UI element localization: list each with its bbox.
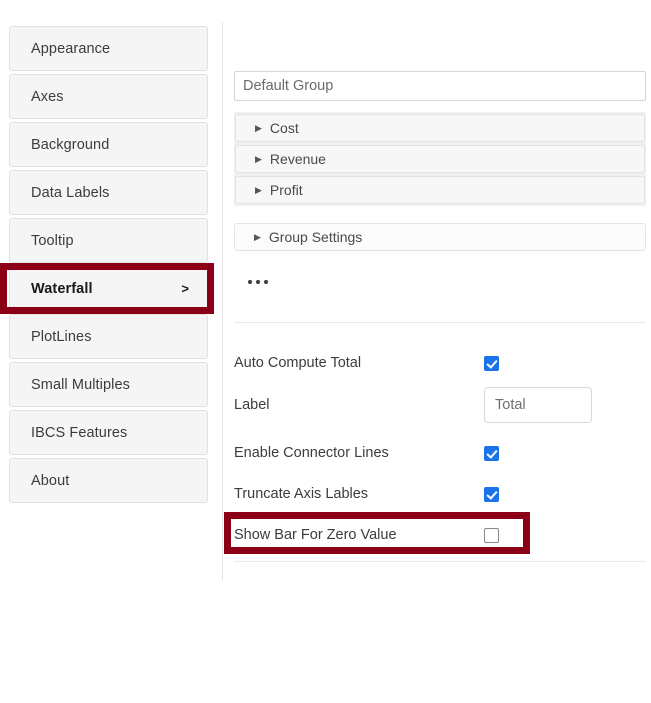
show-bar-for-zero-value-checkbox[interactable] — [484, 527, 499, 543]
dot — [248, 280, 252, 284]
auto-compute-total-checkbox[interactable] — [484, 355, 499, 371]
triangle-right-icon: ▶ — [255, 184, 262, 195]
accordion-row-revenue[interactable]: ▶ Revenue — [235, 145, 645, 173]
triangle-right-icon: ▶ — [255, 122, 262, 133]
option-row-enable-connector-lines: Enable Connector Lines — [234, 442, 646, 464]
chevron-right-icon: > — [181, 281, 189, 296]
truncate-axis-lables-checkbox[interactable] — [484, 486, 499, 502]
accordion-row-profit[interactable]: ▶ Profit — [235, 176, 645, 204]
accordion-label: Revenue — [269, 151, 326, 167]
option-row-show-bar-for-zero-value: Show Bar For Zero Value — [234, 524, 646, 546]
accordion-label: Cost — [269, 120, 299, 136]
sidebar-item-label: Axes — [31, 88, 64, 105]
overflow-menu-icon[interactable] — [244, 276, 272, 288]
triangle-right-icon: ▶ — [254, 231, 261, 242]
section-divider-top — [234, 322, 646, 323]
settings-panel-root: Appearance Axes Background Data Labels T… — [0, 0, 651, 703]
sidebar-item-label: IBCS Features — [31, 424, 128, 441]
settings-sidebar: Appearance Axes Background Data Labels T… — [9, 26, 208, 506]
accordion-label: Profit — [269, 182, 303, 198]
sidebar-item-label: About — [31, 472, 70, 489]
sidebar-item-tooltip[interactable]: Tooltip — [9, 218, 208, 263]
sidebar-item-appearance[interactable]: Appearance — [9, 26, 208, 71]
vertical-divider — [222, 22, 223, 580]
sidebar-item-data-labels[interactable]: Data Labels — [9, 170, 208, 215]
option-label: Truncate Axis Lables — [234, 486, 369, 502]
sidebar-item-small-multiples[interactable]: Small Multiples — [9, 362, 208, 407]
section-divider-bottom — [234, 561, 646, 562]
option-label: Enable Connector Lines — [234, 445, 389, 461]
accordion-row-cost[interactable]: ▶ Cost — [235, 114, 645, 142]
total-label-input[interactable] — [484, 387, 592, 423]
sidebar-item-plotlines[interactable]: PlotLines — [9, 314, 208, 359]
dot — [264, 280, 268, 284]
sidebar-item-waterfall[interactable]: Waterfall > — [9, 266, 208, 311]
sidebar-item-label: Tooltip — [31, 232, 74, 249]
option-label: Auto Compute Total — [234, 355, 362, 371]
sidebar-item-axes[interactable]: Axes — [9, 74, 208, 119]
sidebar-item-label: Data Labels — [31, 184, 110, 201]
sidebar-item-ibcs-features[interactable]: IBCS Features — [9, 410, 208, 455]
option-label: Label — [234, 397, 270, 413]
option-row-truncate-axis-lables: Truncate Axis Lables — [234, 483, 646, 505]
group-name-input[interactable] — [234, 71, 646, 101]
sidebar-item-label: Small Multiples — [31, 376, 130, 393]
triangle-right-icon: ▶ — [255, 153, 262, 164]
series-accordion-group: ▶ Cost ▶ Revenue ▶ Profit — [234, 112, 646, 206]
accordion-row-group-settings[interactable]: ▶ Group Settings — [234, 223, 646, 251]
option-row-auto-compute-total: Auto Compute Total — [234, 352, 646, 374]
sidebar-item-about[interactable]: About — [9, 458, 208, 503]
sidebar-item-label: Waterfall — [31, 280, 93, 297]
option-label: Show Bar For Zero Value — [234, 527, 397, 543]
sidebar-item-label: Appearance — [31, 40, 111, 57]
option-row-label: Label — [234, 387, 646, 423]
sidebar-item-label: Background — [31, 136, 110, 153]
dot — [256, 280, 260, 284]
enable-connector-lines-checkbox[interactable] — [484, 445, 499, 461]
sidebar-item-label: PlotLines — [31, 328, 92, 345]
accordion-label: Group Settings — [268, 229, 363, 245]
sidebar-item-background[interactable]: Background — [9, 122, 208, 167]
